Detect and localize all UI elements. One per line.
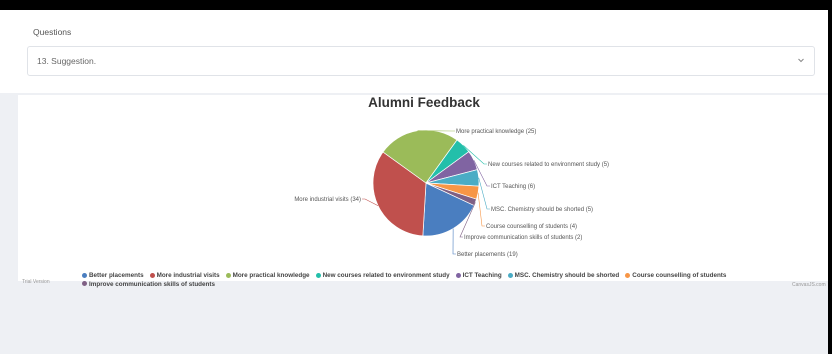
trial-version-label: Trial Version xyxy=(22,279,50,285)
canvasjs-credit[interactable]: CanvasJS.com xyxy=(792,282,826,288)
slice-label: Course counselling of students (4) xyxy=(486,224,577,230)
legend-label: More practical knowledge xyxy=(232,272,310,279)
legend-item[interactable]: New courses related to environment study xyxy=(315,272,450,281)
legend-marker xyxy=(625,272,631,278)
slice-label: Better placements (19) xyxy=(457,252,518,258)
label-leader-line xyxy=(478,177,490,210)
legend-label: Course counselling of students xyxy=(632,272,727,279)
legend-marker xyxy=(507,272,513,278)
slice-label: New courses related to environment study… xyxy=(488,162,609,168)
legend-marker xyxy=(149,272,155,278)
legend-label: Improve communication skills of students xyxy=(89,280,215,288)
slice-label: ICT Teaching (6) xyxy=(491,184,535,190)
slice-label: More practical knowledge (25) xyxy=(456,129,536,135)
legend-item[interactable]: More industrial visits xyxy=(149,272,220,281)
legend-item[interactable]: Course counselling of students xyxy=(625,272,726,281)
slice-label: MSC. Chemistry should be shorted (5) xyxy=(491,207,593,213)
legend-marker xyxy=(225,272,231,278)
pie-chart: Alumni Feedback Better placements (19) Mo… xyxy=(294,95,609,258)
legend-item[interactable]: Improve communication skills of students xyxy=(82,281,215,290)
legend-marker xyxy=(82,281,87,286)
chart-title: Alumni Feedback xyxy=(368,95,480,110)
legend-item[interactable]: Better placements xyxy=(82,272,144,281)
legend-label: More industrial visits xyxy=(156,272,220,279)
legend-marker xyxy=(82,272,87,278)
slice-label: More industrial visits (34) xyxy=(294,197,361,203)
legend-marker xyxy=(455,272,461,278)
slice-label: Improve communication skills of students… xyxy=(464,235,582,241)
legend-marker xyxy=(315,272,321,278)
chart-legend: Better placements More industrial visits M… xyxy=(82,272,802,289)
legend-label: Better placements xyxy=(89,272,144,279)
legend-item[interactable]: ICT Teaching xyxy=(455,272,502,281)
label-leader-line xyxy=(452,228,456,255)
legend-item[interactable]: More practical knowledge xyxy=(225,272,310,281)
legend-item[interactable]: MSC. Chemistry should be shorted xyxy=(507,272,620,281)
legend-label: MSC. Chemistry should be shorted xyxy=(514,272,620,279)
legend-label: New courses related to environment study xyxy=(322,272,450,279)
legend-label: ICT Teaching xyxy=(462,272,502,279)
screen: Questions 13. Suggestion. Alumni Feedbac… xyxy=(0,10,828,354)
